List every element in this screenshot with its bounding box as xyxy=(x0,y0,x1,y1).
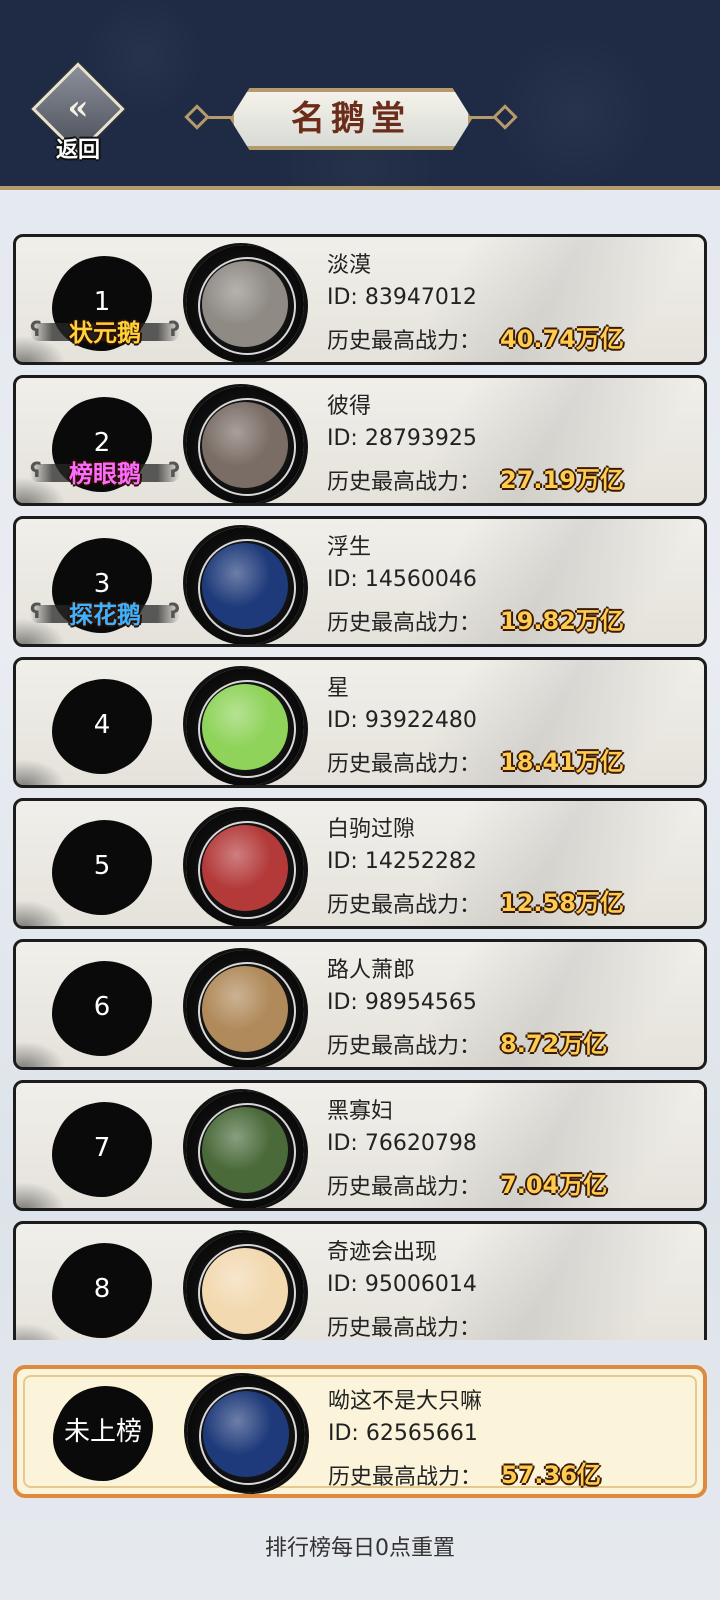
power-label: 历史最高战力： xyxy=(327,1175,482,1200)
power-label: 历史最高战力： xyxy=(327,893,482,918)
back-button[interactable]: « 返回 xyxy=(28,62,128,168)
scroll-curl-right-icon: ʔ xyxy=(168,599,180,623)
ink-decoration xyxy=(16,1041,66,1067)
player-id: ID: 76620798 xyxy=(327,1131,477,1156)
rank-card[interactable]: 3 ʕ ʔ 探花鹅 浮生 ID: 14560046 历史最高战力： 19.82万亿 xyxy=(13,516,707,647)
my-rank-card: 未上榜 呦这不是大只嘛 ID: 62565661 历史最高战力： 57.36亿 xyxy=(13,1365,707,1498)
rank-card[interactable]: 2 ʕ ʔ 榜眼鹅 彼得 ID: 28793925 历史最高战力： 27.19万亿 xyxy=(13,375,707,506)
rank-title-banner: ʕ ʔ 榜眼鹅 xyxy=(30,456,180,488)
power-value: 18.41万亿 xyxy=(500,748,624,776)
page-title: 名鹅堂 xyxy=(291,99,411,139)
player-name: 呦这不是大只嘛 xyxy=(328,1389,483,1414)
rank-card[interactable]: 1 ʕ ʔ 状元鹅 淡漠 ID: 83947012 历史最高战力： 40.74万亿 xyxy=(13,234,707,365)
power-label: 历史最高战力： xyxy=(327,1316,482,1340)
rank-number: 8 xyxy=(93,1274,111,1304)
player-name: 彼得 xyxy=(327,394,372,419)
player-name: 浮生 xyxy=(327,535,372,560)
scroll-curl-right-icon: ʔ xyxy=(168,458,180,482)
power-value: 7.04万亿 xyxy=(500,1171,608,1199)
player-id: ID: 95006014 xyxy=(327,1272,477,1297)
player-name: 淡漠 xyxy=(327,253,372,278)
back-label: 返回 xyxy=(55,137,100,163)
power-value: 8.72万亿 xyxy=(500,1030,608,1058)
power-label: 历史最高战力： xyxy=(327,329,482,354)
scroll-curl-left-icon: ʕ xyxy=(30,317,42,341)
rank-card[interactable]: 7 黑寡妇 ID: 76620798 历史最高战力： 7.04万亿 xyxy=(13,1080,707,1211)
rank-card[interactable]: 4 星 ID: 93922480 历史最高战力： 18.41万亿 xyxy=(13,657,707,788)
rank-title: 探花鹅 xyxy=(69,600,141,629)
ranking-list[interactable]: 1 ʕ ʔ 状元鹅 淡漠 ID: 83947012 历史最高战力： 40.74万亿 2 ʕ ʔ 榜眼鹅… xyxy=(0,234,720,1340)
avatar[interactable] xyxy=(202,1248,288,1334)
rank-number: 4 xyxy=(93,710,111,740)
power-value: 27.19万亿 xyxy=(500,466,624,494)
scroll-curl-left-icon: ʕ xyxy=(30,599,42,623)
power-label: 历史最高战力： xyxy=(327,611,482,636)
player-id: ID: 62565661 xyxy=(328,1421,478,1446)
title-ornament-diamond-left xyxy=(184,104,210,130)
avatar[interactable] xyxy=(202,402,288,488)
power-value: 12.58万亿 xyxy=(500,889,624,917)
player-id: ID: 14252282 xyxy=(327,849,477,874)
player-id: ID: 28793925 xyxy=(327,426,477,451)
player-id: ID: 93922480 xyxy=(327,708,477,733)
avatar[interactable] xyxy=(202,966,288,1052)
ink-decoration xyxy=(16,1182,66,1208)
power-label: 历史最高战力： xyxy=(327,1034,482,1059)
player-id: ID: 14560046 xyxy=(327,567,477,592)
player-id: ID: 98954565 xyxy=(327,990,477,1015)
rank-title-banner: ʕ ʔ 状元鹅 xyxy=(30,315,180,347)
avatar[interactable] xyxy=(202,1107,288,1193)
power-label: 历史最高战力： xyxy=(327,752,482,777)
my-rank-label: 未上榜 xyxy=(63,1417,142,1447)
power-label: 历史最高战力： xyxy=(327,470,482,495)
title-banner: 名鹅堂 xyxy=(184,82,518,152)
rank-number: 7 xyxy=(93,1133,111,1163)
avatar[interactable] xyxy=(202,261,288,347)
power-label: 历史最高战力： xyxy=(328,1465,483,1490)
ink-decoration xyxy=(16,1323,66,1340)
title-ornament-diamond-right xyxy=(492,104,518,130)
rank-number: 5 xyxy=(93,851,111,881)
rank-card[interactable]: 8 奇迹会出现 ID: 95006014 历史最高战力： xyxy=(13,1221,707,1340)
player-id: ID: 83947012 xyxy=(327,285,477,310)
top-header: « 返回 名鹅堂 xyxy=(0,0,720,190)
power-value: 40.74万亿 xyxy=(500,325,624,353)
avatar[interactable] xyxy=(203,1391,289,1477)
scroll-curl-right-icon: ʔ xyxy=(168,317,180,341)
avatar[interactable] xyxy=(202,825,288,911)
avatar[interactable] xyxy=(202,684,288,770)
power-value: 57.36亿 xyxy=(501,1461,601,1489)
player-name: 路人萧郎 xyxy=(327,958,416,983)
rank-card[interactable]: 6 路人萧郎 ID: 98954565 历史最高战力： 8.72万亿 xyxy=(13,939,707,1070)
avatar[interactable] xyxy=(202,543,288,629)
rank-title: 榜眼鹅 xyxy=(69,459,141,488)
rank-title-banner: ʕ ʔ 探花鹅 xyxy=(30,597,180,629)
player-name: 星 xyxy=(327,676,350,701)
player-name: 黑寡妇 xyxy=(327,1099,394,1124)
back-arrow-icon: « xyxy=(67,88,89,128)
player-name: 白驹过隙 xyxy=(327,817,416,842)
scroll-curl-left-icon: ʕ xyxy=(30,458,42,482)
player-name: 奇迹会出现 xyxy=(327,1240,438,1265)
reset-note: 排行榜每日0点重置 xyxy=(265,1536,455,1561)
rank-card[interactable]: 5 白驹过隙 ID: 14252282 历史最高战力： 12.58万亿 xyxy=(13,798,707,929)
power-value: 19.82万亿 xyxy=(500,607,624,635)
rank-title: 状元鹅 xyxy=(69,318,141,347)
ink-decoration xyxy=(16,759,66,785)
rank-number: 6 xyxy=(93,992,111,1022)
ink-decoration xyxy=(16,900,66,926)
